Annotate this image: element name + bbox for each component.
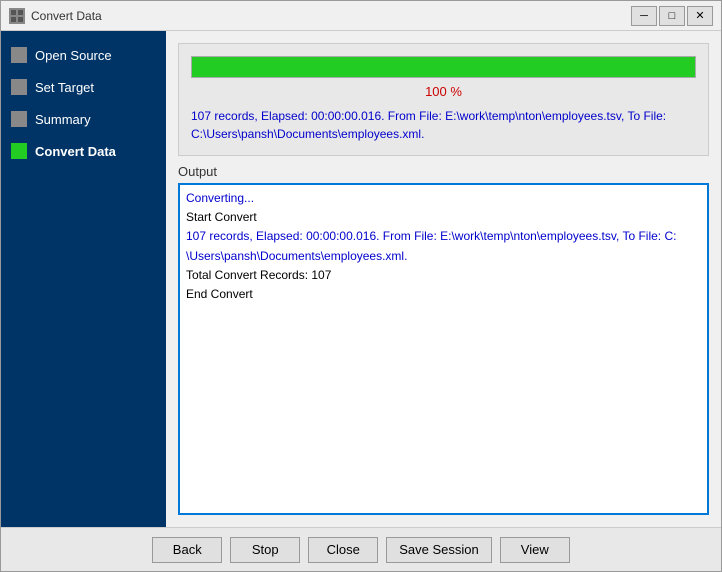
right-panel: 100 % 107 records, Elapsed: 00:00:00.016… — [166, 31, 721, 527]
save-session-button[interactable]: Save Session — [386, 537, 492, 563]
window: Convert Data ─ □ ✕ Open Source Set Targe… — [0, 0, 722, 572]
sidebar-label-open-source: Open Source — [35, 48, 112, 63]
sidebar: Open Source Set Target Summary Convert D… — [1, 31, 166, 527]
progress-info-line1: 107 records, Elapsed: 00:00:00.016. From… — [191, 109, 666, 123]
output-box[interactable]: Converting...Start Convert107 records, E… — [178, 183, 709, 515]
progress-bar-fill — [192, 57, 695, 77]
output-line: 107 records, Elapsed: 00:00:00.016. From… — [186, 227, 701, 246]
output-label: Output — [178, 164, 709, 179]
open-source-icon — [11, 47, 27, 63]
progress-bar-container — [191, 56, 696, 78]
output-line: End Convert — [186, 285, 701, 304]
progress-info: 107 records, Elapsed: 00:00:00.016. From… — [191, 107, 696, 143]
output-line: Converting... — [186, 189, 701, 208]
sidebar-label-set-target: Set Target — [35, 80, 94, 95]
sidebar-item-set-target[interactable]: Set Target — [1, 73, 166, 101]
app-icon — [9, 8, 25, 24]
sidebar-item-convert-data[interactable]: Convert Data — [1, 137, 166, 165]
stop-button[interactable]: Stop — [230, 537, 300, 563]
window-controls: ─ □ ✕ — [631, 6, 713, 26]
bottom-bar: Back Stop Close Save Session View — [1, 527, 721, 571]
sidebar-label-convert-data: Convert Data — [35, 144, 116, 159]
progress-percent: 100 % — [191, 84, 696, 99]
title-bar-left: Convert Data — [9, 8, 102, 24]
summary-icon — [11, 111, 27, 127]
maximize-button[interactable]: □ — [659, 6, 685, 26]
output-line: Start Convert — [186, 208, 701, 227]
output-section: Output Converting...Start Convert107 rec… — [178, 164, 709, 515]
back-button[interactable]: Back — [152, 537, 222, 563]
sidebar-item-summary[interactable]: Summary — [1, 105, 166, 133]
main-content: Open Source Set Target Summary Convert D… — [1, 31, 721, 527]
sidebar-item-open-source[interactable]: Open Source — [1, 41, 166, 69]
close-button-bottom[interactable]: Close — [308, 537, 378, 563]
view-button[interactable]: View — [500, 537, 570, 563]
sidebar-label-summary: Summary — [35, 112, 91, 127]
progress-info-line2: C:\Users\pansh\Documents\employees.xml. — [191, 127, 424, 141]
close-button[interactable]: ✕ — [687, 6, 713, 26]
convert-data-icon — [11, 143, 27, 159]
progress-area: 100 % 107 records, Elapsed: 00:00:00.016… — [178, 43, 709, 156]
window-title: Convert Data — [31, 9, 102, 23]
title-bar: Convert Data ─ □ ✕ — [1, 1, 721, 31]
output-line: \Users\pansh\Documents\employees.xml. — [186, 247, 701, 266]
set-target-icon — [11, 79, 27, 95]
minimize-button[interactable]: ─ — [631, 6, 657, 26]
output-line: Total Convert Records: 107 — [186, 266, 701, 285]
